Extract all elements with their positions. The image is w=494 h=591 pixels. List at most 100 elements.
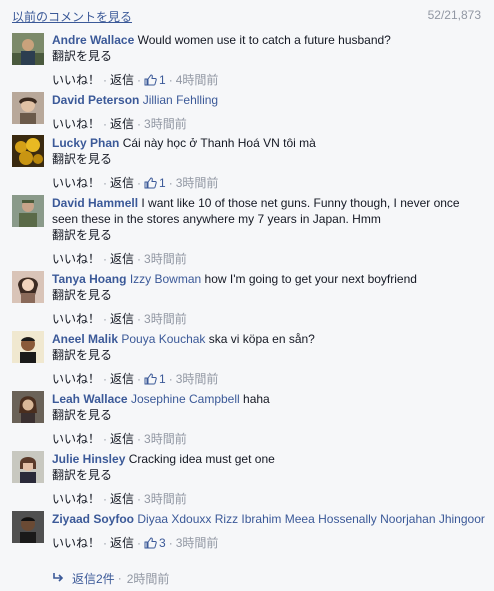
- reply-button[interactable]: 返信: [110, 311, 134, 327]
- comment-time[interactable]: 3時間前: [176, 175, 219, 191]
- comment-time[interactable]: 3時間前: [176, 371, 219, 387]
- separator: ·: [137, 73, 142, 87]
- separator: ·: [103, 252, 108, 266]
- like-count-value: 3: [159, 536, 166, 550]
- separator: ·: [168, 536, 173, 550]
- like-button[interactable]: いいね！: [52, 431, 100, 447]
- comment-actions: いいね！ · 返信 · 3時間前: [52, 431, 486, 447]
- reply-button[interactable]: 返信: [110, 431, 134, 447]
- comment-author[interactable]: David Hammell: [52, 196, 138, 210]
- separator: ·: [137, 312, 142, 326]
- see-translation-link[interactable]: 翻訳を見る: [52, 227, 486, 243]
- comment-actions: いいね！ · 返信 · 3時間前: [52, 116, 486, 132]
- thumbs-up-icon: [144, 74, 157, 86]
- reply-button[interactable]: 返信: [110, 175, 134, 191]
- separator: ·: [168, 176, 173, 190]
- separator: ·: [103, 312, 108, 326]
- avatar[interactable]: [12, 511, 44, 543]
- see-translation-link[interactable]: 翻訳を見る: [52, 48, 486, 64]
- avatar[interactable]: [12, 271, 44, 303]
- reply-button[interactable]: 返信: [110, 535, 134, 551]
- view-replies-link[interactable]: 返信2件: [72, 570, 115, 587]
- like-count[interactable]: 3: [144, 535, 166, 551]
- reply-button[interactable]: 返信: [110, 72, 134, 88]
- avatar[interactable]: [12, 135, 44, 167]
- comment-actions: いいね！ · 返信 · 3 · 3時間前: [52, 535, 486, 551]
- see-translation-link[interactable]: 翻訳を見る: [52, 151, 486, 167]
- comment-author[interactable]: Lucky Phan: [52, 136, 119, 150]
- avatar[interactable]: [12, 391, 44, 423]
- see-translation-link[interactable]: 翻訳を見る: [52, 347, 486, 363]
- like-button[interactable]: いいね！: [52, 535, 100, 551]
- comment-text: how I'm going to get your next boyfriend: [204, 272, 417, 286]
- replies-time[interactable]: 2時間前: [127, 570, 170, 587]
- view-replies: 返信2件 · 2時間前: [52, 569, 169, 587]
- see-translation-link[interactable]: 翻訳を見る: [52, 287, 486, 303]
- comment-author[interactable]: Aneel Malik: [52, 332, 118, 346]
- comment-time[interactable]: 3時間前: [144, 116, 187, 132]
- avatar[interactable]: [12, 451, 44, 483]
- comment-time[interactable]: 3時間前: [144, 431, 187, 447]
- comment-text: Would women use it to catch a future hus…: [137, 33, 391, 47]
- like-count-value: 1: [159, 73, 166, 87]
- tagged-user[interactable]: Josephine Campbell: [131, 392, 240, 406]
- see-translation-link[interactable]: 翻訳を見る: [52, 407, 486, 423]
- comment-author[interactable]: Ziyaad Soyfoo: [52, 512, 134, 526]
- separator: ·: [137, 432, 142, 446]
- avatar[interactable]: [12, 331, 44, 363]
- reply-button[interactable]: 返信: [110, 491, 134, 507]
- like-count[interactable]: 1: [144, 175, 166, 191]
- comment-actions: いいね！ · 返信 · 3時間前: [52, 311, 486, 327]
- tagged-user[interactable]: Pouya Kouchak: [121, 332, 205, 346]
- comments-header: 以前のコメントを見る 52/21,873: [0, 0, 494, 30]
- like-button[interactable]: いいね！: [52, 116, 100, 132]
- thumbs-up-icon: [144, 537, 157, 549]
- separator: ·: [103, 117, 108, 131]
- comment-time[interactable]: 3時間前: [144, 311, 187, 327]
- like-button[interactable]: いいね！: [52, 72, 100, 88]
- comment-time[interactable]: 4時間前: [176, 72, 219, 88]
- comment-text: Cái này học ở Thanh Hoá VN tôi mà: [122, 136, 316, 150]
- tagged-user[interactable]: Jillian Fehlling: [143, 93, 218, 107]
- avatar[interactable]: [12, 195, 44, 227]
- reply-button[interactable]: 返信: [110, 371, 134, 387]
- separator: ·: [103, 73, 108, 87]
- avatar[interactable]: [12, 92, 44, 124]
- comment-author[interactable]: David Peterson: [52, 93, 139, 107]
- comment-time[interactable]: 3時間前: [144, 491, 187, 507]
- tagged-user[interactable]: Diyaa Xdouxx Rizz Ibrahim Meea Hossenall…: [137, 512, 485, 526]
- like-button[interactable]: いいね！: [52, 251, 100, 267]
- comment-author[interactable]: Tanya Hoang: [52, 272, 126, 286]
- separator: ·: [117, 571, 122, 585]
- like-button[interactable]: いいね！: [52, 371, 100, 387]
- comment-author[interactable]: Julie Hinsley: [52, 452, 125, 466]
- separator: ·: [103, 372, 108, 386]
- like-count[interactable]: 1: [144, 72, 166, 88]
- comment-count: 52/21,873: [427, 8, 481, 22]
- view-previous-comments-link[interactable]: 以前のコメントを見る: [12, 8, 132, 25]
- comment-time[interactable]: 3時間前: [144, 251, 187, 267]
- comment-author[interactable]: Andre Wallace: [52, 33, 134, 47]
- like-button[interactable]: いいね！: [52, 491, 100, 507]
- comment-actions: いいね！ · 返信 · 1 · 3時間前: [52, 371, 486, 387]
- comment-actions: いいね！ · 返信 · 1 · 3時間前: [52, 175, 486, 191]
- reply-button[interactable]: 返信: [110, 116, 134, 132]
- comment-actions: いいね！ · 返信 · 3時間前: [52, 251, 486, 267]
- separator: ·: [168, 73, 173, 87]
- comment-time[interactable]: 3時間前: [176, 535, 219, 551]
- tagged-user[interactable]: Izzy Bowman: [130, 272, 201, 286]
- separator: ·: [103, 176, 108, 190]
- avatar[interactable]: [12, 33, 44, 65]
- see-translation-link[interactable]: 翻訳を見る: [52, 467, 486, 483]
- like-button[interactable]: いいね！: [52, 175, 100, 191]
- comment-author[interactable]: Leah Wallace: [52, 392, 128, 406]
- separator: ·: [168, 372, 173, 386]
- like-count[interactable]: 1: [144, 371, 166, 387]
- reply-button[interactable]: 返信: [110, 251, 134, 267]
- thumbs-up-icon: [144, 373, 157, 385]
- separator: ·: [103, 536, 108, 550]
- like-button[interactable]: いいね！: [52, 311, 100, 327]
- thumbs-up-icon: [144, 177, 157, 189]
- reply-arrow-icon: [53, 573, 64, 582]
- separator: ·: [137, 372, 142, 386]
